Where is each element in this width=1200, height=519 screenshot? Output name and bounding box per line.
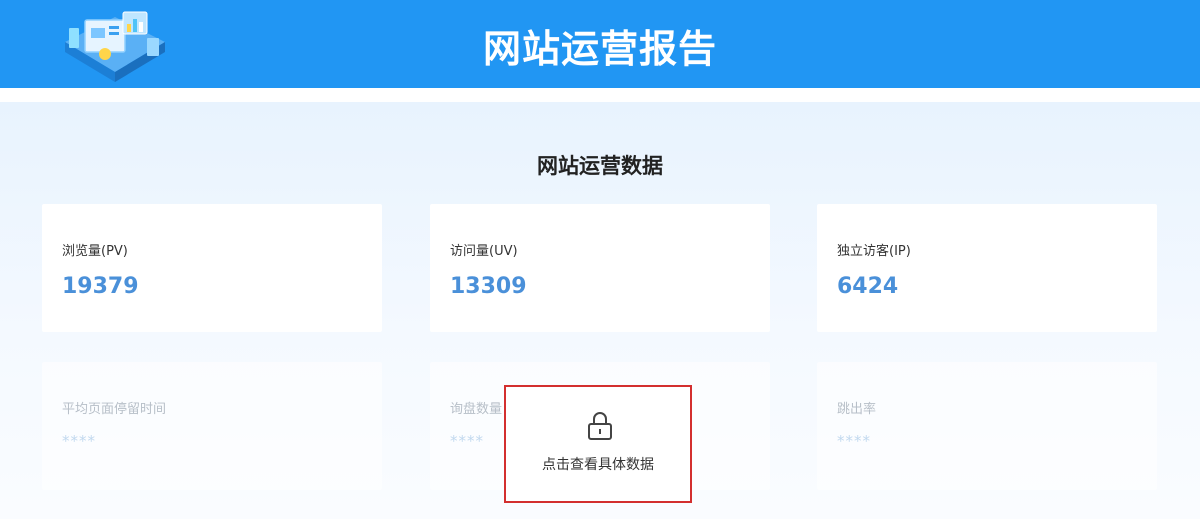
unlock-data-button[interactable]: 点击查看具体数据 — [504, 385, 692, 503]
stat-label: 访问量(UV) — [450, 244, 518, 259]
stat-value: 13309 — [450, 274, 527, 299]
stat-value: 6424 — [837, 274, 899, 299]
stat-value-masked: **** — [837, 432, 871, 450]
page-header: 网站运营报告 — [0, 0, 1200, 88]
stat-label: 询盘数量 — [450, 402, 503, 417]
section-title: 网站运营数据 — [537, 154, 663, 178]
unlock-label: 点击查看具体数据 — [542, 457, 654, 473]
stat-card-ip: 独立访客(IP) 6424 — [817, 204, 1157, 332]
stat-value-masked: **** — [450, 432, 484, 450]
lock-icon — [588, 412, 612, 440]
stat-card-uv: 访问量(UV) 13309 — [430, 204, 770, 332]
stat-value: 19379 — [62, 274, 139, 299]
stat-card-avg-time: 平均页面停留时间 **** — [42, 362, 382, 490]
stat-card-pv: 浏览量(PV) 19379 — [42, 204, 382, 332]
stat-label: 平均页面停留时间 — [62, 402, 167, 417]
page-title: 网站运营报告 — [482, 27, 717, 71]
stat-label: 跳出率 — [837, 402, 877, 417]
stat-value-masked: **** — [62, 432, 96, 450]
stat-card-bounce-rate: 跳出率 **** — [817, 362, 1157, 490]
stat-label: 独立访客(IP) — [837, 244, 911, 259]
stat-label: 浏览量(PV) — [62, 244, 128, 259]
